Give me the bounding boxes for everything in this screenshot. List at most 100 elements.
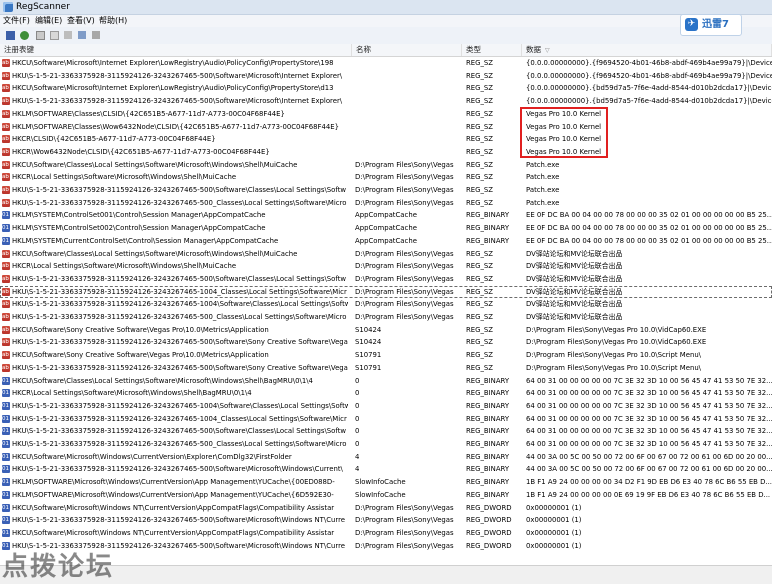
table-row[interactable]: HKLM\SYSTEM\ControlSet001\Control\Sessio… [0,209,772,222]
cell-name: 0 [355,440,360,448]
string-value-icon [2,84,10,93]
cell-path: HKU\S-1-5-21-3363375928-3115924126-32432… [12,401,348,410]
table-row[interactable]: HKLM\SOFTWARE\Classes\Wow6432Node\CLSID\… [0,121,772,134]
cell-data: 64 00 31 00 00 00 00 00 7C 3E 32 3D 10 0… [526,389,772,398]
cell-name: 4 [355,452,360,461]
cell-type: REG_DWORD [466,528,512,537]
cell-data: D:\Program Files\Sony\Vegas Pro 10.0\Scr… [526,351,702,360]
table-row[interactable]: HKU\S-1-5-21-3363375928-3115924126-32432… [0,413,772,426]
cell-data: 1B F1 A9 24 00 00 00 00 34 D2 F1 9D EB D… [526,478,772,487]
xunlei-label: 迅雷7 [702,19,729,30]
table-row[interactable]: HKU\S-1-5-21-3363375928-3115924126-32432… [0,336,772,349]
cell-path: HKLM\SYSTEM\ControlSet001\Control\Sessio… [12,211,266,220]
cell-path: HKCU\Software\Classes\Local Settings\Sof… [12,376,313,385]
menu-help[interactable]: 帮助(H) [98,15,128,27]
table-row[interactable]: HKCR\Wow6432Node\CLSID\{42C651B5-A677-11… [0,146,772,159]
find-icon[interactable] [48,29,61,42]
string-value-icon [2,249,10,258]
table-row[interactable]: HKU\S-1-5-21-3363375928-3115924126-32432… [0,197,772,210]
binary-value-icon [2,516,10,525]
table-row[interactable]: HKU\S-1-5-21-3363375928-3115924126-32432… [0,298,772,311]
cell-data: DV驿站论坛和MV论坛联合出品 [526,287,623,296]
table-row[interactable]: HKLM\SOFTWARE\Classes\CLSID\{42C651B5-A6… [0,108,772,121]
table-row[interactable]: HKU\S-1-5-21-3363375928-3115924126-32432… [0,438,772,451]
cell-path: HKCU\Software\Microsoft\Windows NT\Curre… [12,503,335,512]
binary-value-icon [2,440,10,448]
cell-path: HKU\S-1-5-21-3363375928-3115924126-32432… [12,198,347,207]
xunlei-float-button[interactable]: ✈ 迅雷7 [680,14,742,36]
cell-name: AppCompatCache [355,236,417,245]
cell-type: REG_SZ [466,135,494,144]
column-header-data[interactable]: 数据 ▽ [522,44,772,56]
table-row[interactable]: HKU\S-1-5-21-3363375928-3115924126-32432… [0,311,772,324]
cell-type: REG_BINARY [466,490,510,499]
column-header-name[interactable]: 名称 [352,44,462,56]
table-row[interactable]: HKLM\SYSTEM\CurrentControlSet\Control\Se… [0,235,772,248]
table-row[interactable]: HKU\S-1-5-21-3363375928-3115924126-32432… [0,70,772,83]
menu-file[interactable]: 文件(F) [2,15,31,27]
cell-name: D:\Program Files\Sony\Vegas [355,541,454,550]
cell-type: REG_DWORD [466,516,512,525]
table-row[interactable]: HKCU\Software\Microsoft\Windows\CurrentV… [0,451,772,464]
refresh-icon[interactable] [18,29,31,42]
cell-path: HKCU\Software\Microsoft\Internet Explore… [12,84,334,93]
cell-path: HKCU\Software\Classes\Local Settings\Sof… [12,249,298,258]
table-row[interactable]: HKCU\Software\Classes\Local Settings\Sof… [0,248,772,261]
cell-type: REG_SZ [466,325,494,334]
table-row[interactable]: HKCU\Software\Classes\Local Settings\Sof… [0,375,772,388]
table-row[interactable]: HKU\S-1-5-21-3363375928-3115924126-32432… [0,95,772,108]
table-row[interactable]: HKCU\Software\Microsoft\Internet Explore… [0,82,772,95]
table-row[interactable]: HKU\S-1-5-21-3363375928-3115924126-32432… [0,540,772,553]
table-row[interactable]: HKLM\SOFTWARE\Microsoft\Windows\CurrentV… [0,489,772,502]
cell-data: {0.0.0.00000000}.{bd59d7a5-7f6e-4add-854… [526,97,772,106]
cell-type: REG_SZ [466,249,494,258]
binary-value-icon [2,541,10,550]
cell-type: REG_BINARY [466,427,510,436]
binary-value-icon [2,401,10,410]
table-row[interactable]: HKU\S-1-5-21-3363375928-3115924126-32432… [0,425,772,438]
table-row[interactable]: HKLM\SYSTEM\ControlSet002\Control\Sessio… [0,222,772,235]
column-header-path[interactable]: 注册表键 [0,44,352,56]
string-value-icon [2,351,10,360]
cell-data: 0x00000001 (1) [526,541,582,550]
table-row[interactable]: HKCR\CLSID\{42C651B5-A677-11d7-A773-00C0… [0,133,772,146]
properties-icon[interactable] [62,29,75,42]
table-row[interactable]: HKCU\Software\Classes\Local Settings\Sof… [0,159,772,172]
table-row[interactable]: HKU\S-1-5-21-3363375928-3115924126-32432… [0,400,772,413]
table-row[interactable]: HKU\S-1-5-21-3363375928-3115924126-32432… [0,273,772,286]
table-row[interactable]: HKCR\Local Settings\Software\Microsoft\W… [0,387,772,400]
table-row[interactable]: HKCU\Software\Sony Creative Software\Veg… [0,349,772,362]
menu-view[interactable]: 查看(V) [66,15,96,27]
table-row[interactable]: HKU\S-1-5-21-3363375928-3115924126-32432… [0,362,772,375]
column-header-type[interactable]: 类型 [462,44,522,56]
cell-name: AppCompatCache [355,224,417,233]
table-row[interactable]: HKU\S-1-5-21-3363375928-3115924126-32432… [0,184,772,197]
table-row[interactable]: HKLM\SOFTWARE\Microsoft\Windows\CurrentV… [0,476,772,489]
cell-type: REG_SZ [466,198,494,207]
binary-value-icon [2,478,10,487]
table-row[interactable]: HKCU\Software\Microsoft\Internet Explore… [0,57,772,70]
cell-name: 4 [355,465,360,474]
cell-data: Patch.exe [526,198,560,207]
scan-icon[interactable] [76,29,89,42]
menu-edit[interactable]: 编辑(E) [34,15,63,27]
table-row[interactable]: HKCR\Local Settings\Software\Microsoft\W… [0,171,772,184]
save-icon[interactable] [4,29,17,42]
cell-name: 0 [355,401,360,410]
cell-data: 1B F1 A9 24 00 00 00 00 0E 69 19 9F EB D… [526,490,771,499]
table-row[interactable]: HKCU\Software\Sony Creative Software\Veg… [0,324,772,337]
table-row[interactable]: HKCU\Software\Microsoft\Windows NT\Curre… [0,502,772,515]
export-icon[interactable] [90,29,103,42]
cell-path: HKLM\SYSTEM\ControlSet002\Control\Sessio… [12,224,266,233]
table-row[interactable]: HKU\S-1-5-21-3363375928-3115924126-32432… [0,285,772,299]
cell-name [355,82,459,95]
copy-icon[interactable] [34,29,47,42]
table-row[interactable]: HKU\S-1-5-21-3363375928-3115924126-32432… [0,463,772,476]
table-row[interactable]: HKCU\Software\Microsoft\Windows NT\Curre… [0,527,772,540]
cell-name: 0 [355,376,360,385]
table-row[interactable]: HKU\S-1-5-21-3363375928-3115924126-32432… [0,514,772,527]
cell-path: HKCU\Software\Sony Creative Software\Veg… [12,325,269,334]
table-row[interactable]: HKCR\Local Settings\Software\Microsoft\W… [0,260,772,273]
cell-path: HKCR\Wow6432Node\CLSID\{42C651B5-A677-11… [12,147,270,156]
cell-name: D:\Program Files\Sony\Vegas [355,287,454,296]
